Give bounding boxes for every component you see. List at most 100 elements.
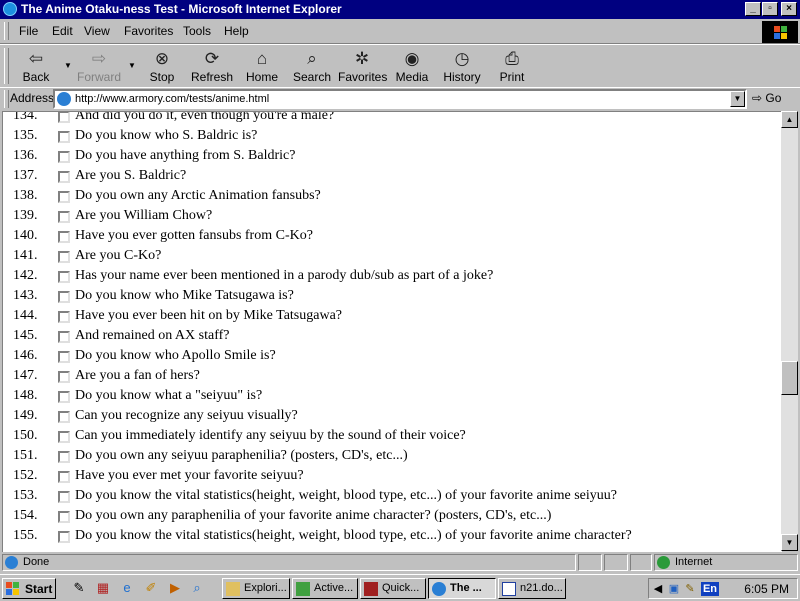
question-checkbox[interactable] [58,271,70,283]
question-checkbox[interactable] [58,311,70,323]
question-checkbox[interactable] [58,431,70,443]
question-checkbox[interactable] [58,331,70,343]
volume-icon[interactable]: ◀ [651,582,665,596]
status-panel-blank-2 [604,554,628,571]
maximize-button[interactable]: ▫ [762,2,778,16]
scroll-down-icon[interactable]: ▼ [781,534,798,551]
status-zone-panel: Internet [654,554,798,571]
task-active[interactable]: Active... [292,578,358,599]
menu-tools[interactable]: Tools [183,24,211,38]
address-dropdown-icon[interactable]: ▼ [730,91,745,107]
question-number: 148. [13,388,38,403]
favorites-label: Favorites [338,70,388,84]
question-number: 155. [13,528,38,543]
quick-app-icon [364,582,378,596]
go-button[interactable]: ⇨ Go [752,91,781,105]
network-icon[interactable]: ▣ [667,582,681,596]
question-text: Do you own any seiyuu paraphenilia? (pos… [75,448,408,463]
question-checkbox[interactable] [58,131,70,143]
question-text: Can you immediately identify any seiyuu … [75,428,466,443]
address-grip[interactable] [4,90,9,108]
question-checkbox[interactable] [58,112,70,123]
address-url[interactable]: http://www.armory.com/tests/anime.html [75,93,269,105]
media-button[interactable]: ◉ Media [388,47,436,87]
quicklaunch-search-icon[interactable]: ⌕ [188,579,206,597]
ie-task-icon [432,582,446,596]
scroll-thumb[interactable] [781,361,798,395]
explorer-folder-icon [226,582,240,596]
status-panel-blank-1 [578,554,602,571]
task-label-explorer: Explori... [244,582,287,594]
history-button[interactable]: ◷ History [438,47,486,87]
start-label: Start [25,582,53,596]
status-bar: Done Internet [0,553,800,573]
go-label: Go [765,91,782,105]
menu-grip[interactable] [4,22,9,40]
address-input[interactable]: http://www.armory.com/tests/anime.html ▼ [53,89,747,109]
forward-dropdown-icon[interactable]: ▼ [128,61,136,70]
quicklaunch-show-desktop-icon[interactable]: ✎ [70,579,88,597]
toolbar-grip[interactable] [4,48,9,84]
task-quick[interactable]: Quick... [360,578,426,599]
task-the-anime[interactable]: The ... [428,578,496,599]
question-number: 141. [13,248,38,263]
question-checkbox[interactable] [58,471,70,483]
menu-favorites[interactable]: Favorites [124,24,173,38]
question-text: Have you ever been hit on by Mike Tatsug… [75,308,343,323]
home-button[interactable]: ⌂ Home [238,47,286,87]
refresh-button[interactable]: ⟳ Refresh [188,47,236,87]
menu-edit[interactable]: Edit [52,24,73,38]
question-text: Do you own any paraphenilia of your favo… [75,508,552,523]
question-checkbox[interactable] [58,231,70,243]
title-bar[interactable]: The Anime Otaku-ness Test - Microsoft In… [0,0,800,19]
clock[interactable]: 6:05 PM [744,582,789,596]
question-text: And remained on AX staff? [75,328,230,343]
question-checkbox[interactable] [58,151,70,163]
question-text: Do you know what a "seiyuu" is? [75,388,263,403]
question-checkbox[interactable] [58,211,70,223]
question-checkbox[interactable] [58,411,70,423]
quicklaunch-tool-icon[interactable]: ✐ [142,579,160,597]
menu-view[interactable]: View [84,24,110,38]
question-text: Are you a fan of hers? [75,368,200,383]
question-checkbox[interactable] [58,511,70,523]
close-button[interactable]: × [781,2,797,16]
task-n21-doc[interactable]: n21.do... [498,578,566,599]
question-checkbox[interactable] [58,531,70,543]
question-checkbox[interactable] [58,191,70,203]
quicklaunch-ie-icon[interactable]: e [118,579,136,597]
question-checkbox[interactable] [58,391,70,403]
stop-button[interactable]: ⊗ Stop [138,47,186,87]
question-checkbox[interactable] [58,251,70,263]
print-button[interactable]: ⎙ Print [488,47,536,87]
task-explorer[interactable]: Explori... [222,578,290,599]
language-indicator[interactable]: En [701,582,719,596]
scroll-up-icon[interactable]: ▲ [781,111,798,128]
home-label: Home [245,70,278,84]
favorites-button[interactable]: ✲ Favorites [338,47,388,87]
question-number: 140. [13,228,38,243]
question-checkbox[interactable] [58,491,70,503]
search-button[interactable]: ⌕ Search [288,47,336,87]
menu-file[interactable]: File [19,24,38,38]
menu-help[interactable]: Help [224,24,249,38]
question-checkbox[interactable] [58,451,70,463]
back-dropdown-icon[interactable]: ▼ [64,61,72,70]
vertical-scrollbar[interactable]: ▲ ▼ [781,111,798,551]
question-number: 135. [13,128,38,143]
question-checkbox[interactable] [58,171,70,183]
taskbar: Start ✎ ▦ e ✐ ▶ ⌕ Explori... Active... Q… [0,574,800,601]
question-checkbox[interactable] [58,291,70,303]
status-text: Done [23,556,50,568]
forward-button[interactable]: ⇨ Forward [75,47,123,87]
question-checkbox[interactable] [58,351,70,363]
question-text: Do you own any Arctic Animation fansubs? [75,188,321,203]
start-button[interactable]: Start [2,578,56,599]
minimize-button[interactable]: _ [745,2,761,16]
quicklaunch-app-icon[interactable]: ▦ [94,579,112,597]
back-button[interactable]: ⇦ Back [12,47,60,87]
question-number: 153. [13,488,38,503]
question-checkbox[interactable] [58,371,70,383]
quicklaunch-media-icon[interactable]: ▶ [166,579,184,597]
tray-app-icon[interactable]: ✎ [683,582,697,596]
